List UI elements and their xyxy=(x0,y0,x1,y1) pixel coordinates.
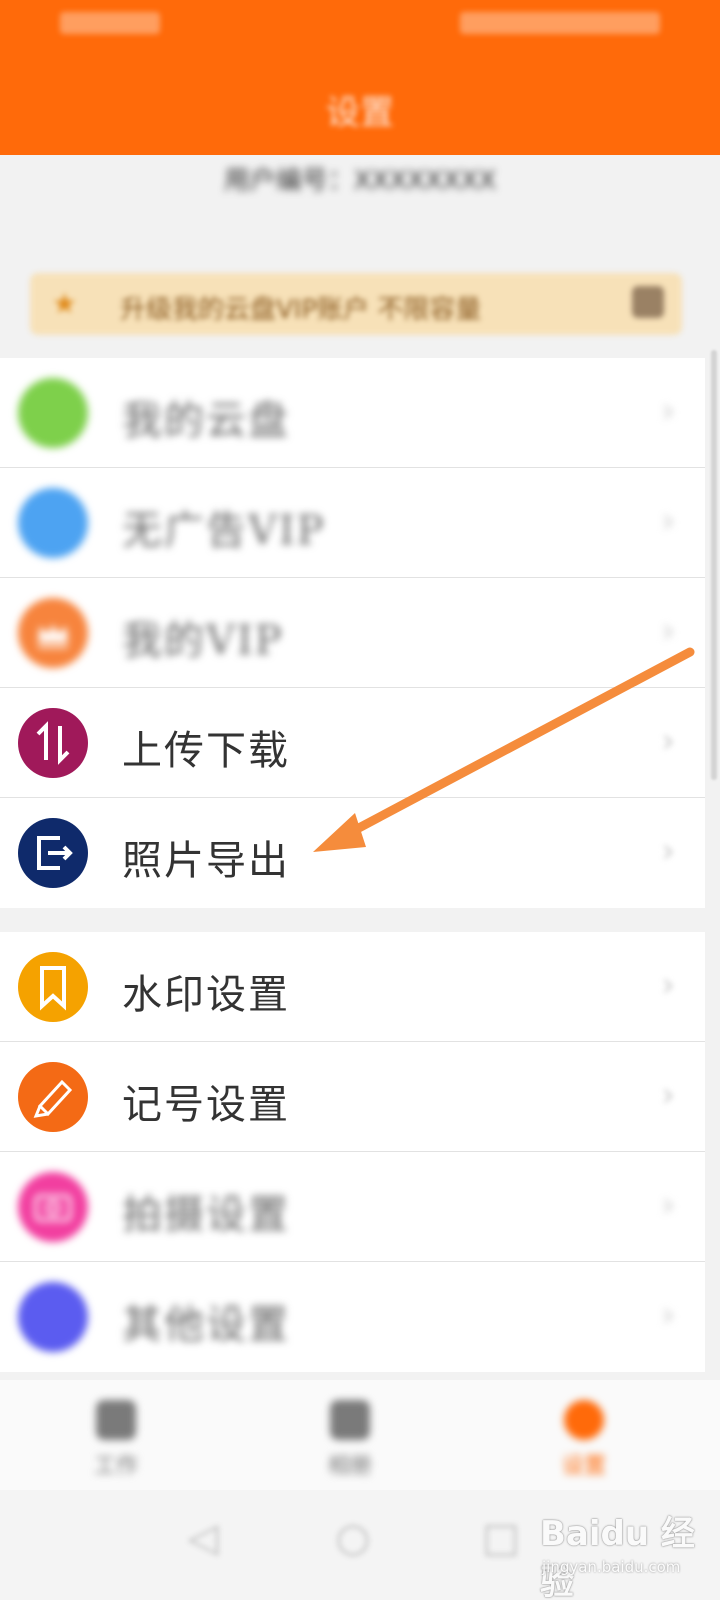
menu-item-label: 我的云盘 xyxy=(122,398,290,444)
bookmark-icon xyxy=(18,952,88,1022)
page-title: 设置 xyxy=(326,93,394,133)
menu-item-label: 其他设置 xyxy=(122,1302,290,1348)
menu-item-label: 拍摄设置 xyxy=(122,1192,290,1238)
chevron-right-icon: › xyxy=(661,501,675,541)
menu-item-my-vip[interactable]: 我的VIP › xyxy=(0,578,705,688)
tab-label: 设置 xyxy=(561,1454,606,1479)
watermark-logo: Baidu 经验 xyxy=(540,1514,695,1600)
upload-download-icon xyxy=(18,708,88,778)
tab-settings[interactable]: 设置 xyxy=(524,1400,644,1485)
back-icon[interactable]: ◁ xyxy=(180,1515,226,1561)
marker-icon xyxy=(18,1062,88,1132)
tab-bar: 工作 相册 设置 xyxy=(0,1380,720,1490)
chevron-right-icon: › xyxy=(661,1295,675,1335)
chevron-right-icon: › xyxy=(661,721,675,761)
chevron-right-icon: › xyxy=(661,831,675,871)
status-right xyxy=(460,12,660,34)
chevron-right-icon: › xyxy=(661,965,675,1005)
chevron-right-icon: › xyxy=(661,1075,675,1115)
no-ads-icon xyxy=(18,488,88,558)
watermark-url: jingyan.baidu.com xyxy=(542,1558,681,1576)
baidu-watermark: Baidu 经验 jingyan.baidu.com xyxy=(540,1496,710,1600)
work-icon xyxy=(96,1400,136,1440)
menu-item-photo-export[interactable]: 照片导出 › xyxy=(0,798,705,908)
status-left xyxy=(60,12,160,34)
cloud-drive-icon xyxy=(18,378,88,448)
settings-icon xyxy=(564,1400,604,1440)
menu-item-other-settings[interactable]: 其他设置 › xyxy=(0,1262,705,1372)
menu-item-no-ads-vip[interactable]: 无广告VIP › xyxy=(0,468,705,578)
vip-banner-badge-icon xyxy=(632,286,664,318)
chevron-right-icon: › xyxy=(661,1185,675,1225)
recents-icon[interactable]: □ xyxy=(478,1515,524,1561)
menu-item-watermark-settings[interactable]: 水印设置 › xyxy=(0,932,705,1042)
tab-work[interactable]: 工作 xyxy=(56,1400,176,1485)
menu-item-label: 无广告VIP xyxy=(122,508,326,554)
menu-item-label: 记号设置 xyxy=(122,1082,290,1128)
tab-label: 工作 xyxy=(93,1454,138,1479)
star-icon: ★ xyxy=(52,287,78,320)
menu-item-label: 上传下载 xyxy=(122,728,290,774)
other-settings-icon xyxy=(18,1282,88,1352)
menu-group-settings: 水印设置 › 记号设置 › 拍摄设置 › 其他设置 › xyxy=(0,932,705,1372)
export-icon xyxy=(18,818,88,888)
vip-banner[interactable]: ★ 升级我的云盘VIP账户 不限容量 xyxy=(30,273,682,335)
menu-group-account: 我的云盘 › 无广告VIP › 我的VIP › 上传下载 › 照片导出 › xyxy=(0,358,705,908)
menu-item-marker-settings[interactable]: 记号设置 › xyxy=(0,1042,705,1152)
home-icon[interactable]: ○ xyxy=(330,1515,376,1561)
menu-item-my-cloud[interactable]: 我的云盘 › xyxy=(0,358,705,468)
menu-item-upload-download[interactable]: 上传下载 › xyxy=(0,688,705,798)
scrollbar[interactable] xyxy=(711,350,717,780)
chevron-right-icon: › xyxy=(661,391,675,431)
chevron-right-icon: › xyxy=(661,611,675,651)
account-id: 用户编号：XXXXXXXX xyxy=(223,166,497,196)
vip-banner-text: 升级我的云盘VIP账户 不限容量 xyxy=(120,295,482,325)
status-bar xyxy=(60,12,660,38)
app-header: 设置 xyxy=(0,0,720,155)
menu-item-label: 水印设置 xyxy=(122,972,290,1018)
tab-label: 相册 xyxy=(327,1454,372,1479)
crown-icon xyxy=(18,598,88,668)
menu-item-label: 我的VIP xyxy=(122,618,284,664)
menu-item-label: 照片导出 xyxy=(122,838,290,884)
menu-item-camera-settings[interactable]: 拍摄设置 › xyxy=(0,1152,705,1262)
camera-icon xyxy=(18,1172,88,1242)
tab-album[interactable]: 相册 xyxy=(290,1400,410,1485)
album-icon xyxy=(330,1400,370,1440)
